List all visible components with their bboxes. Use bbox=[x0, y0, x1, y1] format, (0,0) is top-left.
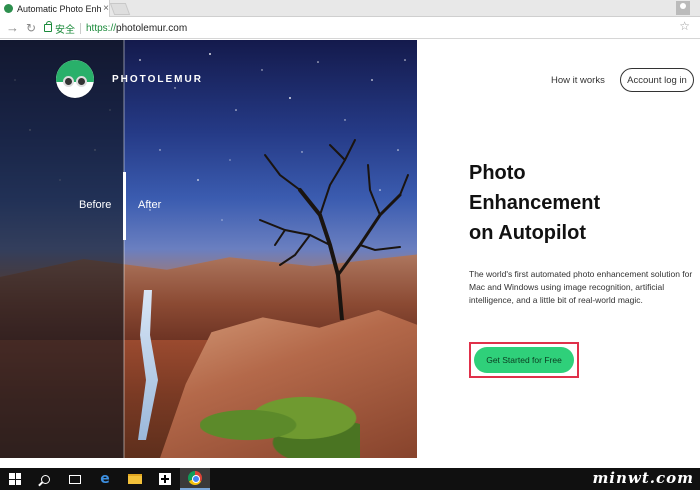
store-button[interactable] bbox=[150, 468, 180, 490]
back-arrow-icon[interactable]: → bbox=[6, 20, 19, 36]
page-headline: Photo Enhancement on Autopilot bbox=[469, 158, 669, 248]
cta-highlight-box: Get Started for Free bbox=[469, 342, 579, 378]
hero-description: The world's first automated photo enhanc… bbox=[469, 269, 693, 305]
address-separator bbox=[80, 22, 81, 34]
before-label: Before bbox=[79, 199, 112, 211]
headline-line-1: Photo bbox=[469, 162, 526, 184]
tab-strip: Automatic Photo Enhan × bbox=[0, 0, 700, 17]
new-tab-button[interactable] bbox=[109, 3, 131, 15]
hero-image: Before After PHOTOLEMUR bbox=[0, 40, 417, 458]
search-icon bbox=[40, 474, 50, 484]
start-button[interactable] bbox=[0, 468, 30, 490]
url-scheme: https:// bbox=[86, 22, 117, 34]
folder-icon bbox=[128, 474, 142, 484]
photolemur-logo-icon[interactable] bbox=[56, 60, 94, 98]
headline-line-2: Enhancement bbox=[469, 192, 601, 214]
watermark: minwt.com bbox=[592, 469, 694, 487]
dead-tree bbox=[259, 139, 409, 320]
windows-logo-icon bbox=[9, 473, 21, 485]
tab-close-icon[interactable]: × bbox=[103, 3, 109, 14]
headline-line-3: on Autopilot bbox=[469, 222, 586, 244]
browser-tab[interactable]: Automatic Photo Enhan × bbox=[0, 0, 110, 17]
before-overlay bbox=[0, 40, 124, 458]
reload-icon[interactable]: ↻ bbox=[26, 20, 36, 36]
web-page: Before After PHOTOLEMUR How it works Acc… bbox=[0, 40, 700, 468]
chrome-icon bbox=[188, 471, 202, 485]
tab-title: Automatic Photo Enhan bbox=[17, 3, 102, 14]
account-login-button[interactable]: Account log in bbox=[620, 68, 694, 92]
lock-icon bbox=[44, 21, 52, 32]
bushes bbox=[200, 390, 360, 458]
nav-how-it-works[interactable]: How it works bbox=[551, 75, 605, 86]
url-host: photolemur.com bbox=[116, 22, 188, 34]
file-explorer-button[interactable] bbox=[120, 468, 150, 490]
brand-name[interactable]: PHOTOLEMUR bbox=[112, 74, 203, 85]
store-icon bbox=[159, 473, 171, 485]
address-bar-row: → ↻ 安全 https:// photolemur.com ☆ bbox=[0, 17, 700, 39]
chrome-taskbar-button[interactable] bbox=[180, 468, 210, 490]
after-label: After bbox=[138, 199, 162, 211]
photolemur-favicon-icon bbox=[4, 4, 13, 13]
windows-taskbar: e minwt.com bbox=[0, 468, 700, 490]
bookmark-star-icon[interactable]: ☆ bbox=[679, 19, 690, 33]
edge-icon: e bbox=[100, 471, 110, 487]
comparison-slider-handle[interactable] bbox=[123, 172, 126, 240]
edge-taskbar-button[interactable]: e bbox=[90, 468, 120, 490]
secure-label: 安全 bbox=[55, 24, 75, 36]
task-view-icon bbox=[69, 474, 81, 484]
task-view-button[interactable] bbox=[60, 468, 90, 490]
address-bar[interactable]: 安全 https:// photolemur.com bbox=[44, 20, 674, 36]
taskbar-search[interactable] bbox=[30, 468, 60, 490]
get-started-button[interactable]: Get Started for Free bbox=[474, 347, 574, 373]
before-after-divider bbox=[123, 40, 125, 458]
profile-icon[interactable] bbox=[676, 1, 690, 15]
